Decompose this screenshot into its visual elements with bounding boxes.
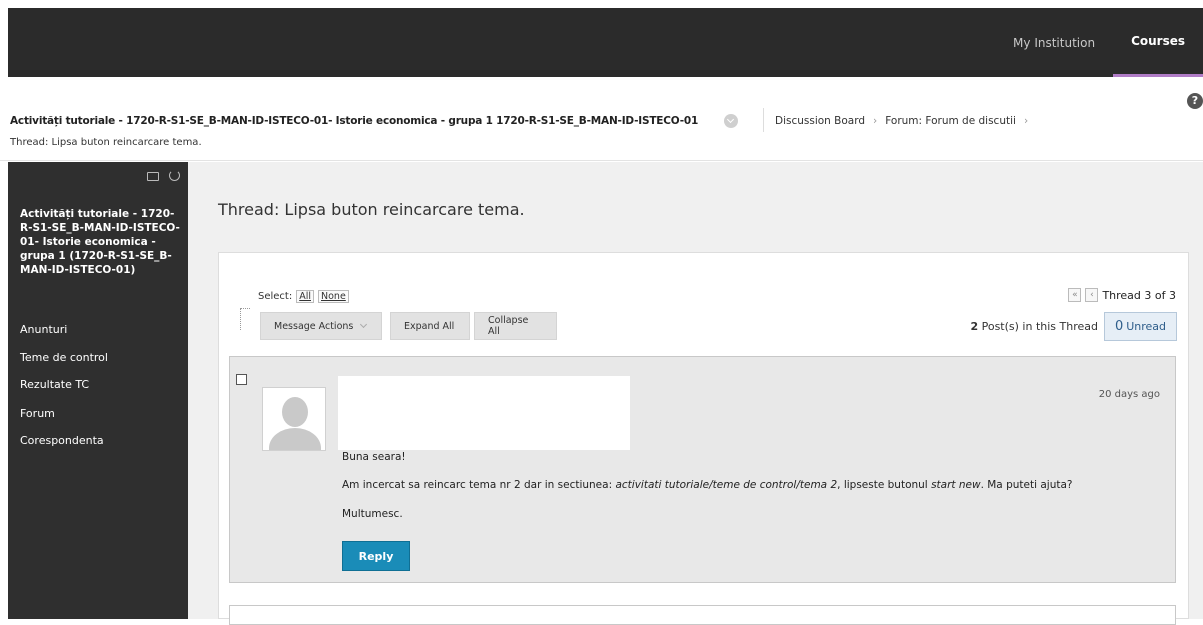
page-title: Thread: Lipsa buton reincarcare tema. (218, 200, 525, 219)
post-body-part-1: Am incercat sa reincarc tema nr 2 dar in… (342, 479, 616, 491)
course-menu-tools (147, 170, 180, 181)
post-count: 2 Post(s) in this Thread (970, 320, 1098, 333)
unread-button[interactable]: 0 Unread (1104, 312, 1177, 341)
chevron-right-icon: › (873, 115, 878, 127)
top-navigation-bar: My Institution Courses (8, 8, 1203, 77)
post-body: Am incercat sa reincarc tema nr 2 dar in… (342, 479, 1072, 491)
previous-page-icon[interactable]: ‹ (1085, 288, 1099, 302)
course-menu: Activități tutoriale - 1720-R-S1-SE_B-MA… (8, 162, 188, 619)
select-controls: Select: All None (258, 290, 349, 303)
thread-pager: « ‹ Thread 3 of 3 (1068, 288, 1176, 302)
unread-count: 0 (1114, 319, 1124, 334)
collapse-all-button[interactable]: Collapse All (474, 312, 557, 340)
post-closing: Multumesc. (342, 508, 403, 520)
sidebar-item-corespondenta[interactable]: Corespondenta (20, 434, 104, 447)
avatar-head-icon (282, 397, 308, 427)
breadcrumb-forum[interactable]: Forum: Forum de discutii (885, 115, 1016, 127)
top-nav: My Institution Courses (995, 8, 1203, 77)
selection-arrow-icon (240, 308, 250, 330)
post-body-path: activitati tutoriale/teme de control/tem… (615, 479, 838, 491)
post-body-button: start new (931, 479, 981, 491)
nav-my-institution[interactable]: My Institution (995, 8, 1113, 77)
post-count-number: 2 (970, 320, 979, 333)
chevron-down-icon[interactable] (724, 114, 738, 128)
select-label: Select: (258, 291, 293, 302)
message-actions-label: Message Actions (274, 320, 354, 332)
breadcrumb-current: Thread: Lipsa buton reincarcare tema. (10, 137, 202, 148)
refresh-icon[interactable] (169, 170, 180, 181)
breadcrumb-course[interactable]: Activități tutoriale - 1720-R-S1-SE_B-MA… (10, 115, 698, 127)
breadcrumb: Discussion Board › Forum: Forum de discu… (775, 115, 1028, 127)
sidebar-item-teme-de-control[interactable]: Teme de control (20, 351, 108, 364)
chevron-down-icon (360, 320, 368, 328)
course-menu-title[interactable]: Activități tutoriale - 1720-R-S1-SE_B-MA… (20, 207, 180, 277)
next-post (229, 605, 1176, 625)
avatar-body-icon (269, 428, 321, 450)
sidebar-item-forum[interactable]: Forum (20, 407, 55, 420)
chevron-right-icon: › (1023, 115, 1029, 127)
author-redacted-box (338, 376, 630, 450)
first-page-icon[interactable]: « (1068, 288, 1082, 302)
post-body-part-3: . Ma puteti ajuta? (980, 479, 1073, 491)
reply-button[interactable]: Reply (342, 541, 410, 571)
sidebar-item-anunturi[interactable]: Anunturi (20, 323, 67, 336)
thread-position: Thread 3 of 3 (1102, 288, 1176, 302)
post-body-part-2: , lipseste butonul (837, 479, 932, 491)
unread-label: Unread (1126, 320, 1167, 333)
post-greeting: Buna seara! (342, 451, 406, 463)
question-icon[interactable]: ? (1187, 93, 1203, 109)
post-checkbox[interactable] (236, 374, 247, 385)
breadcrumb-discussion-board[interactable]: Discussion Board (775, 115, 865, 127)
expand-all-button[interactable]: Expand All (390, 312, 470, 340)
folder-icon[interactable] (147, 172, 159, 181)
select-all-link[interactable]: All (296, 290, 314, 303)
sidebar-item-rezultate-tc[interactable]: Rezultate TC (20, 378, 89, 391)
breadcrumb-divider (763, 108, 764, 132)
nav-courses[interactable]: Courses (1113, 8, 1203, 77)
message-actions-button[interactable]: Message Actions (260, 312, 382, 340)
post-date: 20 days ago (1098, 389, 1160, 400)
select-none-link[interactable]: None (318, 290, 349, 303)
post-count-label: Post(s) in this Thread (981, 320, 1098, 333)
avatar (262, 387, 326, 451)
